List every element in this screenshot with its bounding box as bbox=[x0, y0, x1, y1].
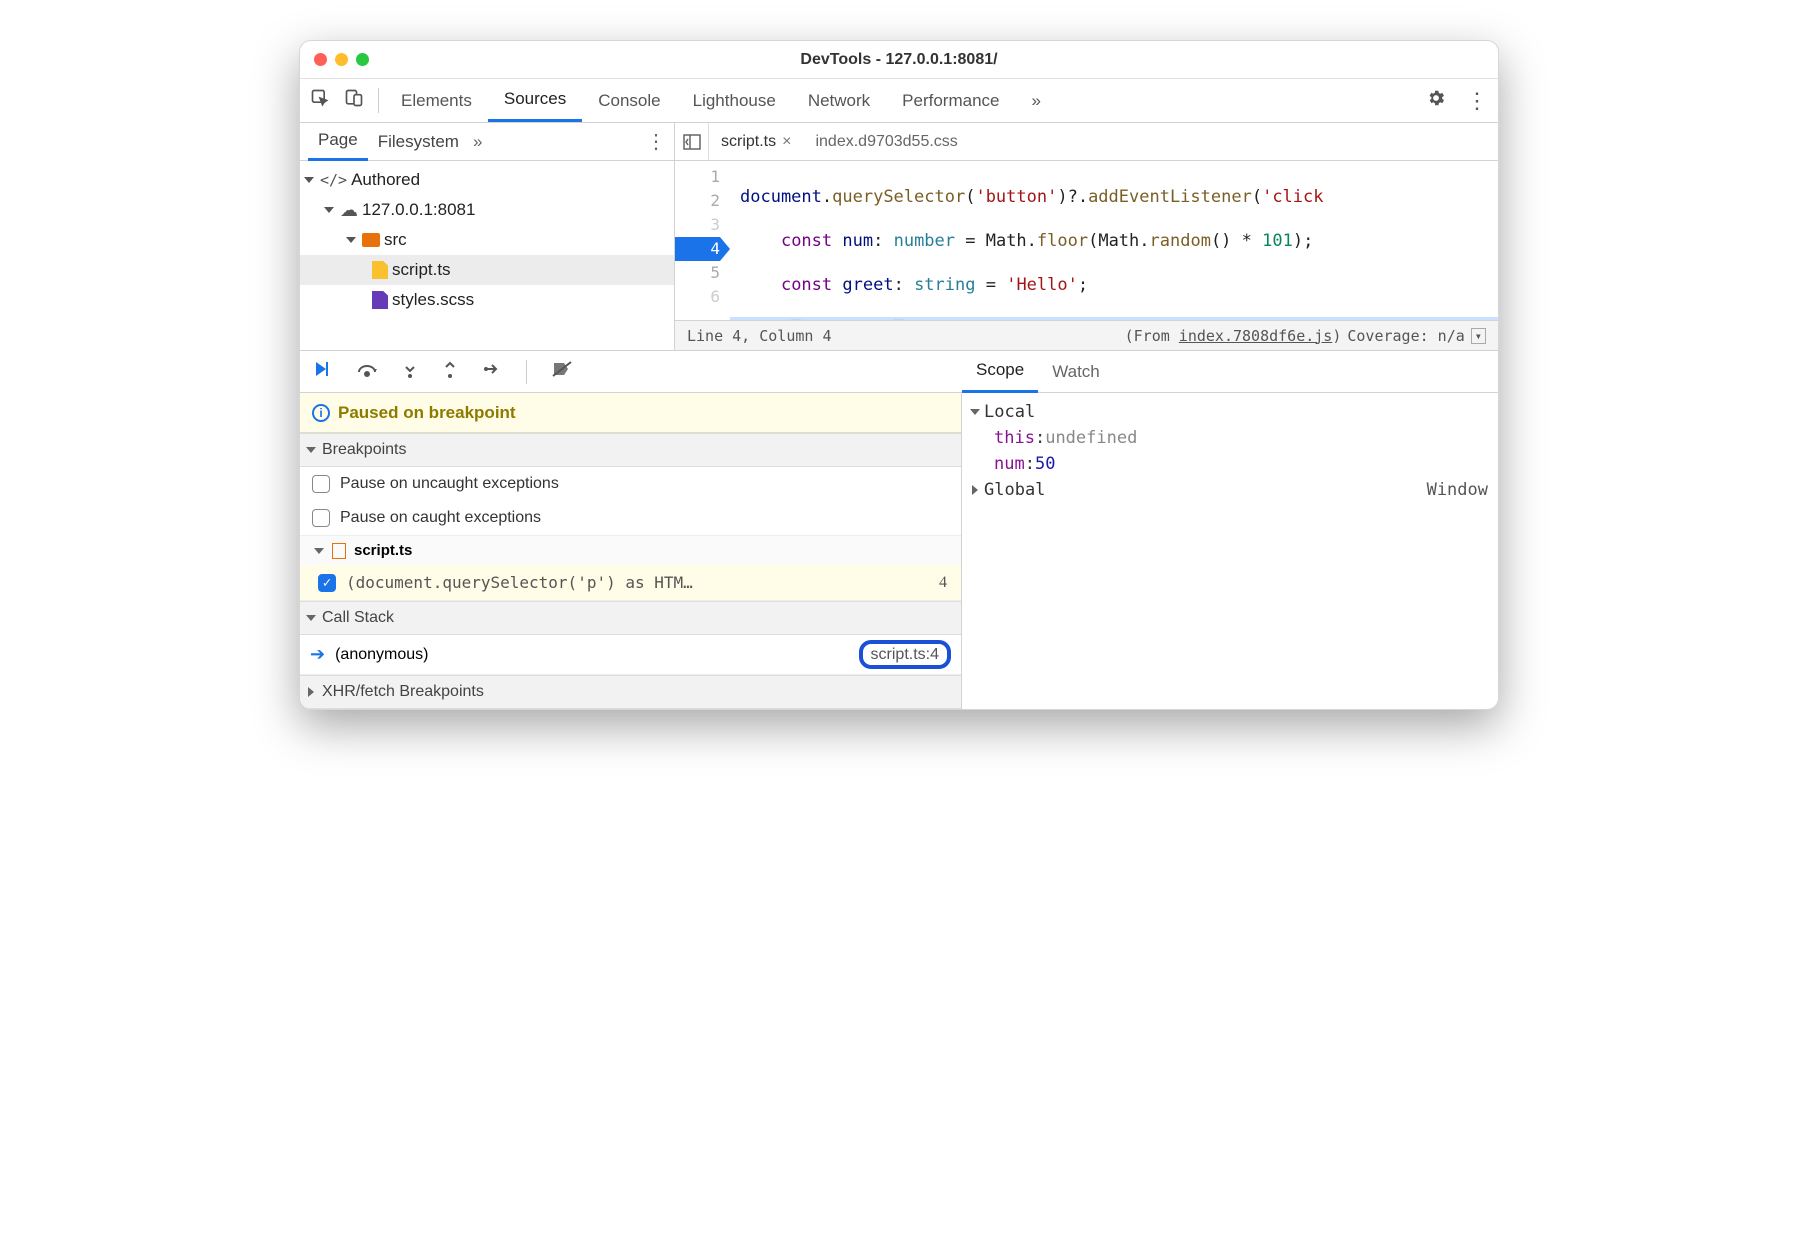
code-content[interactable]: document.querySelector('button')?.addEve… bbox=[730, 161, 1498, 320]
callstack-header[interactable]: Call Stack bbox=[300, 601, 961, 635]
info-icon: i bbox=[312, 404, 330, 422]
devtools-window: DevTools - 127.0.0.1:8081/ Elements Sour… bbox=[299, 40, 1499, 710]
code-editor[interactable]: 123 4 56 document.querySelector('button'… bbox=[675, 161, 1498, 350]
close-tab-icon[interactable]: × bbox=[782, 133, 791, 151]
editor-tabs: script.ts × index.d9703d55.css bbox=[675, 123, 1498, 160]
debugger-panes: i Paused on breakpoint Breakpoints Pause… bbox=[300, 393, 1498, 709]
inspect-icon[interactable] bbox=[310, 88, 330, 113]
folder-icon bbox=[362, 233, 380, 247]
callstack-frame[interactable]: ➔ (anonymous) script.ts:4 bbox=[300, 635, 961, 675]
pause-caught-row[interactable]: Pause on caught exceptions bbox=[300, 501, 961, 535]
scope-local[interactable]: Local bbox=[972, 399, 1488, 425]
file-tree: </> Authored ☁ 127.0.0.1:8081 src script… bbox=[300, 161, 675, 350]
sub-toolbar: Page Filesystem » ⋮ script.ts × index.d9… bbox=[300, 123, 1498, 161]
tab-console[interactable]: Console bbox=[582, 79, 676, 122]
editor-statusbar: Line 4, Column 4 (From index.7808df6e.js… bbox=[675, 320, 1498, 350]
scope-global[interactable]: Global Window bbox=[972, 477, 1488, 503]
checkbox-checked[interactable] bbox=[318, 574, 336, 592]
tab-scope[interactable]: Scope bbox=[962, 351, 1038, 393]
settings-gear-icon[interactable] bbox=[1426, 88, 1446, 113]
xhr-breakpoints-header[interactable]: XHR/fetch Breakpoints bbox=[300, 675, 961, 709]
close-window-button[interactable] bbox=[314, 53, 327, 66]
breakpoints-header[interactable]: Breakpoints bbox=[300, 433, 961, 467]
tab-network[interactable]: Network bbox=[792, 79, 886, 122]
workspace: </> Authored ☁ 127.0.0.1:8081 src script… bbox=[300, 161, 1498, 351]
breakpoint-item[interactable]: (document.querySelector('p') as HTM… 4 bbox=[300, 565, 961, 601]
checkbox-unchecked[interactable] bbox=[312, 509, 330, 527]
nav-kebab-icon[interactable]: ⋮ bbox=[646, 129, 666, 154]
scope-num[interactable]: num: 50 bbox=[972, 451, 1488, 477]
callstack-location[interactable]: script.ts:4 bbox=[859, 640, 951, 669]
panel-tabs: Elements Sources Console Lighthouse Netw… bbox=[385, 79, 1057, 122]
tree-authored[interactable]: </> Authored bbox=[300, 165, 674, 195]
tabs-overflow-icon[interactable]: » bbox=[1016, 79, 1057, 122]
js-file-icon bbox=[372, 261, 388, 279]
tab-elements[interactable]: Elements bbox=[385, 79, 488, 122]
sourcemap-link[interactable]: index.7808df6e.js bbox=[1179, 327, 1333, 345]
toggle-navigator-icon[interactable] bbox=[675, 123, 709, 160]
tab-watch[interactable]: Watch bbox=[1038, 351, 1114, 393]
titlebar: DevTools - 127.0.0.1:8081/ bbox=[300, 41, 1498, 79]
step-button[interactable] bbox=[482, 361, 502, 382]
pause-uncaught-row[interactable]: Pause on uncaught exceptions bbox=[300, 467, 961, 501]
scope-pane: Local this: undefined num: 50 Global Win… bbox=[962, 393, 1498, 709]
checkbox-unchecked[interactable] bbox=[312, 475, 330, 493]
tree-host[interactable]: ☁ 127.0.0.1:8081 bbox=[300, 195, 674, 225]
resume-button[interactable] bbox=[312, 359, 332, 384]
breakpoint-file-header[interactable]: script.ts bbox=[300, 535, 961, 565]
tree-folder-src[interactable]: src bbox=[300, 225, 674, 255]
coverage-dropdown-icon[interactable]: ▾ bbox=[1471, 328, 1486, 344]
cursor-position: Line 4, Column 4 bbox=[687, 327, 832, 345]
tree-file-styles[interactable]: styles.scss bbox=[300, 285, 674, 315]
tab-sources[interactable]: Sources bbox=[488, 79, 582, 122]
device-toggle-icon[interactable] bbox=[344, 88, 364, 113]
main-toolbar: Elements Sources Console Lighthouse Netw… bbox=[300, 79, 1498, 123]
window-title: DevTools - 127.0.0.1:8081/ bbox=[300, 51, 1498, 69]
editor-tab-label: script.ts bbox=[721, 133, 776, 151]
navigator-tabs: Page Filesystem » ⋮ bbox=[300, 123, 675, 160]
window-controls bbox=[314, 53, 369, 66]
minimize-window-button[interactable] bbox=[335, 53, 348, 66]
line-gutter: 123 4 56 bbox=[675, 161, 730, 320]
nav-tabs-overflow-icon[interactable]: » bbox=[473, 132, 482, 152]
sourcemap-from: (From index.7808df6e.js) bbox=[1125, 327, 1342, 345]
tab-performance[interactable]: Performance bbox=[886, 79, 1015, 122]
debugger-left-pane: i Paused on breakpoint Breakpoints Pause… bbox=[300, 393, 962, 709]
paused-banner: i Paused on breakpoint bbox=[300, 393, 961, 433]
step-out-button[interactable] bbox=[442, 359, 458, 384]
sidebar-tabs: Scope Watch bbox=[962, 351, 1498, 392]
nav-tab-filesystem[interactable]: Filesystem bbox=[368, 132, 469, 152]
editor-tab-label: index.d9703d55.css bbox=[815, 133, 957, 151]
code-icon: </> bbox=[320, 171, 347, 189]
tree-file-script[interactable]: script.ts bbox=[300, 255, 674, 285]
cloud-icon: ☁ bbox=[340, 200, 358, 221]
kebab-menu-icon[interactable]: ⋮ bbox=[1466, 88, 1488, 114]
scope-this[interactable]: this: undefined bbox=[972, 425, 1488, 451]
tab-lighthouse[interactable]: Lighthouse bbox=[677, 79, 792, 122]
debugger-toolbar: Scope Watch bbox=[300, 351, 1498, 393]
current-frame-icon: ➔ bbox=[310, 644, 325, 665]
editor-tab-script[interactable]: script.ts × bbox=[709, 123, 803, 160]
zoom-window-button[interactable] bbox=[356, 53, 369, 66]
file-icon bbox=[332, 543, 346, 559]
nav-tab-page[interactable]: Page bbox=[308, 123, 368, 161]
deactivate-breakpoints-button[interactable] bbox=[551, 360, 573, 383]
scss-file-icon bbox=[372, 291, 388, 309]
editor-tab-css[interactable]: index.d9703d55.css bbox=[803, 123, 969, 160]
step-over-button[interactable] bbox=[356, 360, 378, 383]
coverage-label: Coverage: n/a bbox=[1347, 327, 1464, 345]
step-into-button[interactable] bbox=[402, 359, 418, 384]
